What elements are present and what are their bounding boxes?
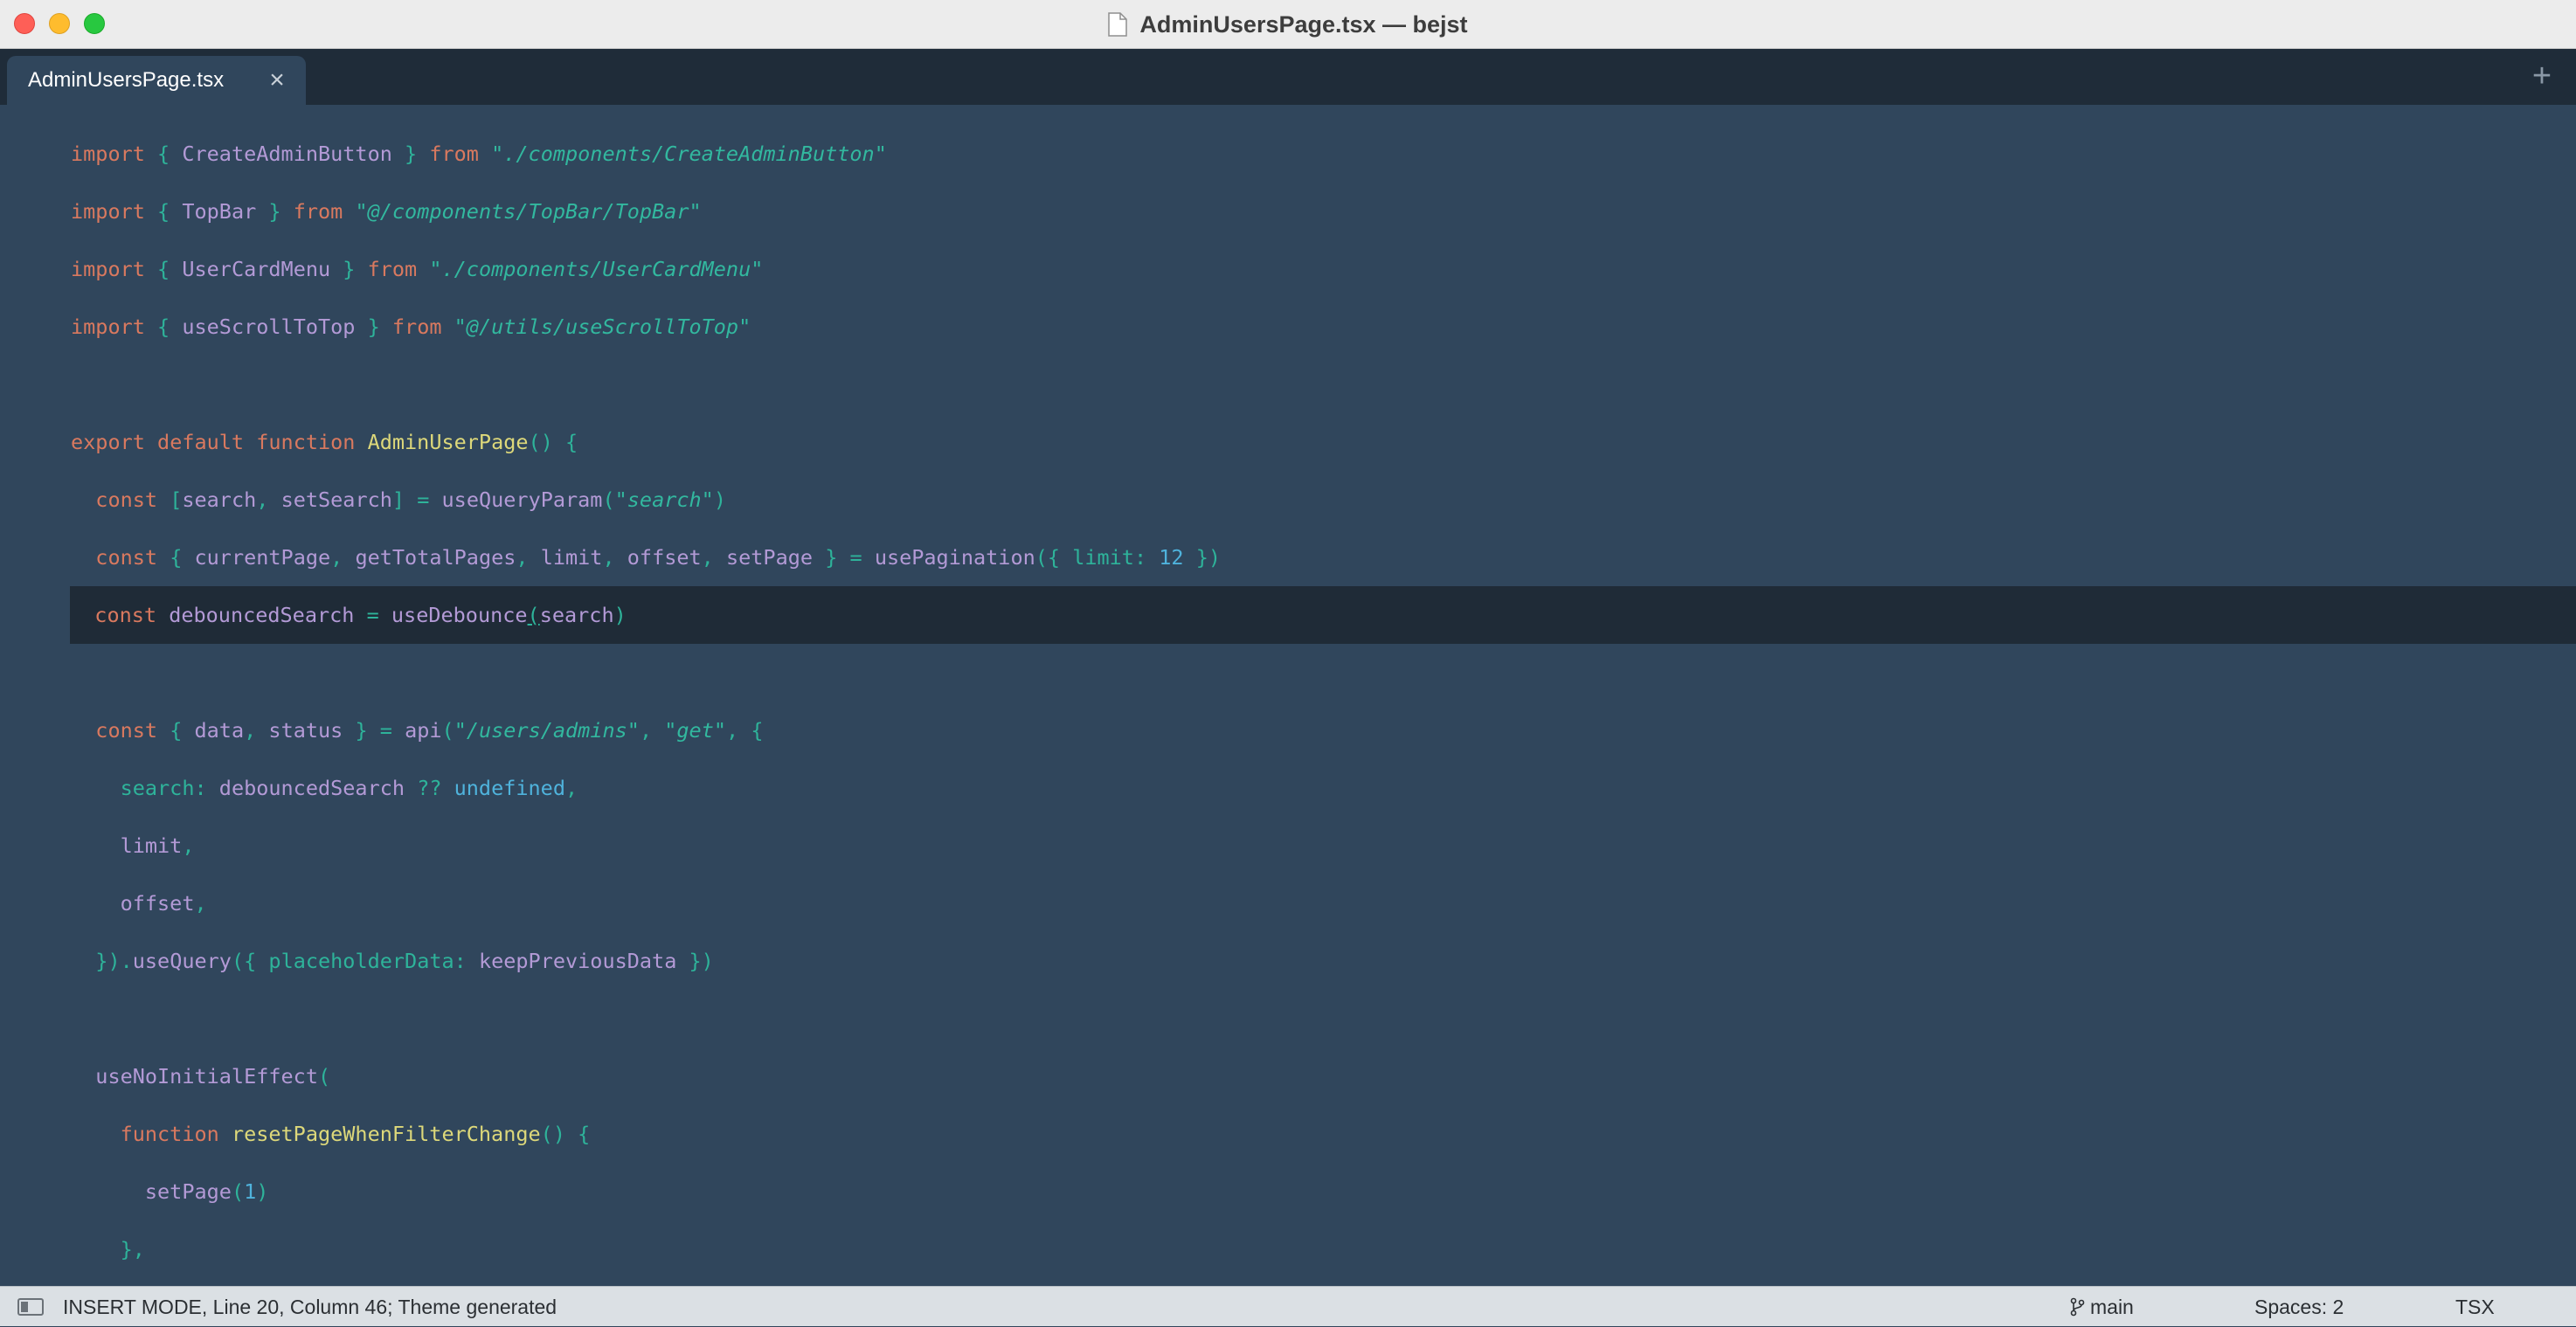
- sidebar-toggle-icon[interactable]: [17, 1298, 44, 1316]
- code-line-text: offset,: [120, 891, 207, 916]
- code-line-text: const debouncedSearch = useDebounce(sear…: [94, 603, 627, 627]
- git-branch[interactable]: main: [2070, 1287, 2134, 1327]
- code-line-text: import { TopBar } from "@/components/Top…: [71, 199, 702, 224]
- code-line-text: search: debouncedSearch ?? undefined,: [120, 776, 578, 800]
- tab-adminuserspage[interactable]: AdminUsersPage.tsx ×: [7, 56, 306, 105]
- status-bar: INSERT MODE, Line 20, Column 46; Theme g…: [0, 1286, 2576, 1326]
- tab-close-icon[interactable]: ×: [264, 67, 290, 93]
- title-bar: AdminUsersPage.tsx — bejst: [0, 0, 2576, 49]
- code-line-text: limit,: [120, 833, 195, 858]
- code-line-text: }).useQuery({ placeholderData: keepPrevi…: [95, 949, 714, 973]
- indentation-setting[interactable]: Spaces: 2: [2254, 1287, 2344, 1327]
- code-line-text: export default function AdminUserPage() …: [71, 430, 578, 454]
- tab-bar: AdminUsersPage.tsx ×: [0, 49, 2576, 105]
- git-branch-icon: [2070, 1297, 2085, 1317]
- code-line-text: import { CreateAdminButton } from "./com…: [71, 142, 887, 166]
- code-line-text: },: [120, 1237, 145, 1261]
- tab-label: AdminUsersPage.tsx: [28, 68, 225, 92]
- code-line-text: import { useScrollToTop } from "@/utils/…: [71, 314, 751, 339]
- code-line-text: const { data, status } = api("/users/adm…: [95, 718, 764, 743]
- new-tab-button[interactable]: +: [2527, 59, 2557, 93]
- syntax-language[interactable]: TSX: [2455, 1287, 2495, 1327]
- code-line-text: function resetPageWhenFilterChange() {: [120, 1122, 591, 1146]
- window-title: AdminUsersPage.tsx — bejst: [1139, 10, 1468, 38]
- code-line-text: setPage(1): [144, 1179, 269, 1204]
- code-line-text: const [search, setSearch] = useQueryPara…: [95, 487, 726, 512]
- code-line-text: useNoInitialEffect(: [95, 1064, 331, 1089]
- code-line-text: const { currentPage, getTotalPages, limi…: [95, 545, 1222, 570]
- document-icon: [1108, 12, 1128, 37]
- window-title-area: AdminUsersPage.tsx — bejst: [0, 0, 2576, 49]
- git-branch-label: main: [2090, 1296, 2134, 1318]
- status-mode-text: INSERT MODE, Line 20, Column 46; Theme g…: [63, 1296, 557, 1318]
- code-line-text: import { UserCardMenu } from "./componen…: [71, 257, 764, 281]
- code-editor[interactable]: import { CreateAdminButton } from "./com…: [0, 105, 2576, 1286]
- code-line[interactable]: const debouncedSearch = useDebounce(sear…: [70, 586, 2576, 644]
